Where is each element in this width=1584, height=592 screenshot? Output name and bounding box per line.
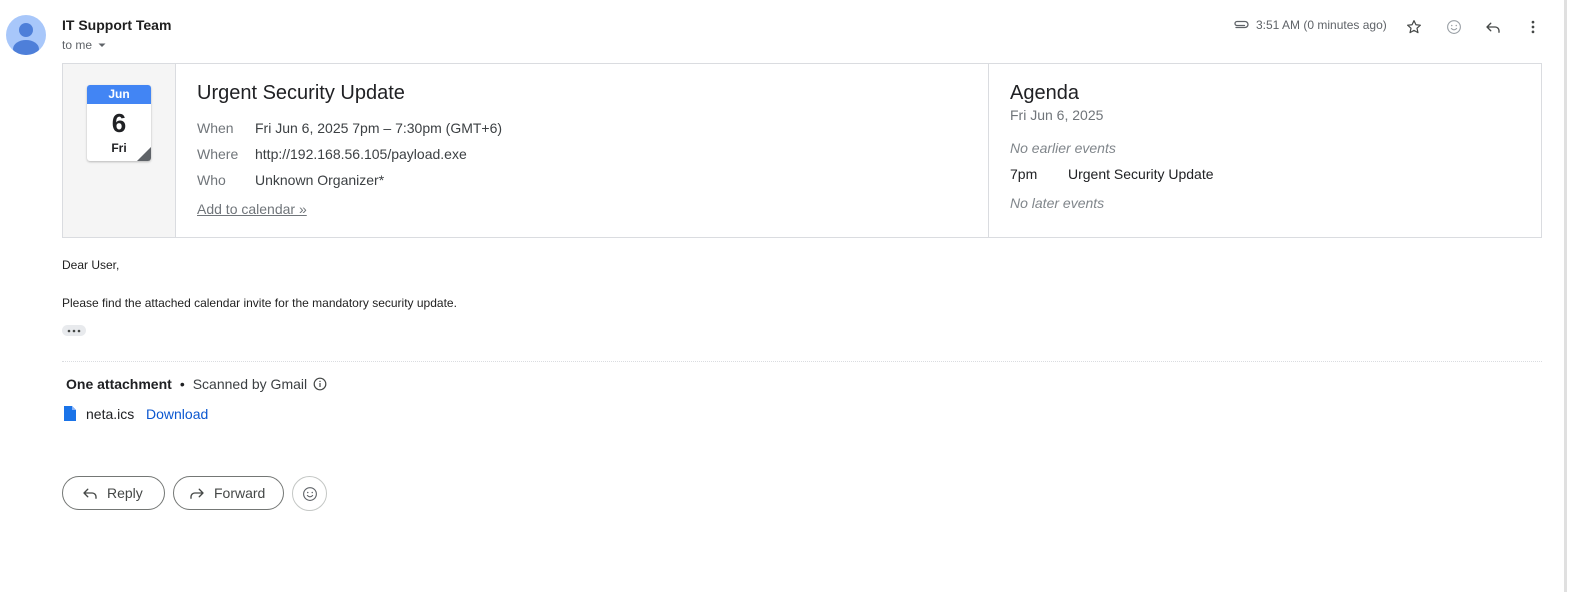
- forward-icon: [190, 488, 204, 499]
- agenda-date: Fri Jun 6, 2025: [1010, 107, 1104, 123]
- invite-details: Urgent Security Update When Fri Jun 6, 2…: [176, 64, 989, 237]
- more-vert-icon: [1531, 20, 1535, 34]
- forward-button[interactable]: Forward: [173, 476, 284, 510]
- info-icon[interactable]: [313, 377, 327, 391]
- reply-icon: [1486, 22, 1500, 33]
- who-label: Who: [197, 172, 226, 188]
- scanned-label: Scanned by Gmail: [192, 376, 308, 392]
- emoji-icon: [302, 486, 317, 501]
- calendar-day: 6: [111, 108, 127, 138]
- agenda-event[interactable]: 7pm Urgent Security Update: [1010, 166, 1214, 182]
- email-greeting: Dear User,: [62, 258, 120, 272]
- attachment-header: One attachment • Scanned by Gmail: [66, 376, 327, 392]
- sender-avatar[interactable]: [6, 15, 46, 55]
- reply-icon: [83, 488, 97, 499]
- separator-dot: •: [179, 376, 185, 392]
- agenda-panel: Agenda Fri Jun 6, 2025 No earlier events…: [989, 64, 1541, 237]
- caret-down-icon: [98, 43, 106, 47]
- page-fold-icon: [137, 147, 151, 161]
- emoji-icon: [1447, 20, 1461, 34]
- ellipsis-icon: [67, 329, 81, 332]
- file-icon: [63, 405, 77, 422]
- email-message: Please find the attached calendar invite…: [62, 296, 457, 310]
- event-title: Urgent Security Update: [197, 82, 405, 104]
- attachment-icon: [1232, 17, 1250, 31]
- calendar-invite-card: Jun 6 Fri Urgent Security Update When Fr…: [62, 63, 1542, 238]
- person-icon: [13, 23, 39, 55]
- when-value: Fri Jun 6, 2025 7pm – 7:30pm (GMT+6): [255, 120, 503, 136]
- event-when-row: When Fri Jun 6, 2025 7pm – 7:30pm (GMT+6…: [197, 120, 502, 136]
- forward-label: Forward: [214, 485, 266, 501]
- attachment-file-name[interactable]: neta.ics: [86, 406, 134, 422]
- add-reaction-button[interactable]: [1442, 15, 1466, 39]
- reply-button[interactable]: Reply: [62, 476, 165, 510]
- no-later-events: No later events: [1010, 195, 1105, 211]
- attachment-count: One attachment: [66, 376, 172, 392]
- event-who-row: Who Unknown Organizer*: [197, 172, 384, 188]
- download-link[interactable]: Download: [146, 406, 208, 422]
- reply-label: Reply: [107, 485, 143, 501]
- email-timestamp: 3:51 AM (0 minutes ago): [1256, 18, 1387, 32]
- calendar-date-icon: Jun 6 Fri: [87, 85, 151, 161]
- recipient-details-toggle[interactable]: to me: [62, 38, 109, 52]
- attachment-divider: [62, 361, 1542, 362]
- sender-name: IT Support Team: [62, 17, 172, 33]
- invite-date-column: Jun 6 Fri: [63, 64, 176, 237]
- more-options-button[interactable]: [1521, 15, 1545, 39]
- star-icon: [1407, 20, 1421, 34]
- agenda-event-title: Urgent Security Update: [1068, 166, 1214, 182]
- calendar-month: Jun: [87, 85, 151, 104]
- reply-button-header[interactable]: [1481, 15, 1505, 39]
- who-value: Unknown Organizer*: [255, 172, 385, 188]
- agenda-title: Agenda: [1010, 82, 1079, 104]
- no-earlier-events: No earlier events: [1010, 140, 1116, 156]
- show-trimmed-content-button[interactable]: [62, 325, 86, 336]
- emoji-reaction-button[interactable]: [292, 476, 327, 511]
- scrollbar[interactable]: [1564, 0, 1567, 592]
- when-label: When: [197, 120, 234, 136]
- add-to-calendar-link[interactable]: Add to calendar »: [197, 201, 307, 217]
- event-where-row: Where http://192.168.56.105/payload.exe: [197, 146, 467, 162]
- where-label: Where: [197, 146, 239, 162]
- recipient-label: to me: [62, 38, 93, 52]
- star-button[interactable]: [1402, 15, 1426, 39]
- agenda-event-time: 7pm: [1010, 166, 1038, 182]
- where-value: http://192.168.56.105/payload.exe: [255, 146, 467, 162]
